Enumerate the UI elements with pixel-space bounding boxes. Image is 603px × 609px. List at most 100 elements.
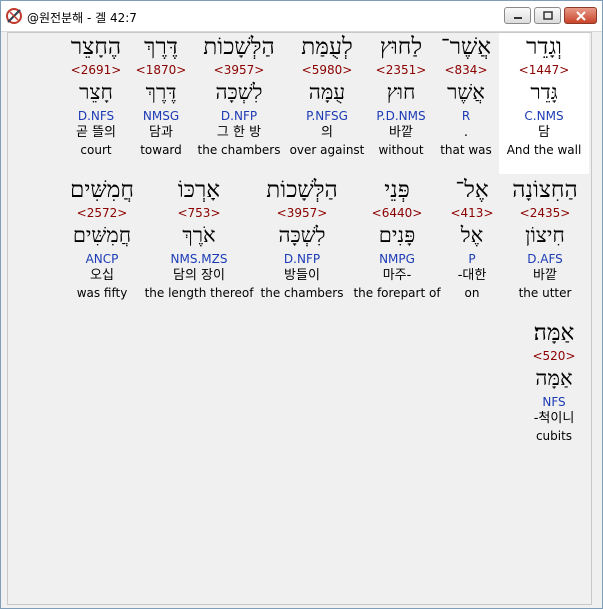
korean-gloss: 바깥 bbox=[389, 125, 413, 140]
window-title: @원전분해 - 겔 42:7 bbox=[27, 11, 137, 25]
title-bar[interactable]: @원전분해 - 겔 42:7 bbox=[1, 1, 602, 32]
korean-gloss: 담의 장이 bbox=[173, 268, 225, 283]
lemma-word: אֲשֶׁר bbox=[447, 80, 485, 104]
word-column[interactable]: הַלְּשָׁכוֹת <3957> לִשְׁכָּה D.NFP 방들이 … bbox=[258, 176, 346, 300]
lemma-word: עֻמָּה bbox=[308, 80, 346, 104]
lemma-word: חוּץ bbox=[386, 80, 416, 104]
word-column[interactable]: אַמָּה׃ <520> אַמָּה NFS -척이니 cubits bbox=[514, 319, 594, 443]
lemma-word: פָּנִים bbox=[378, 223, 416, 247]
korean-gloss: -척이니 bbox=[533, 411, 575, 426]
word-column[interactable]: אֲשֶׁר־ <834> אֲשֶׁר R . that was bbox=[436, 33, 496, 157]
strong-number[interactable]: <5980> bbox=[302, 63, 353, 79]
minimize-button[interactable] bbox=[504, 7, 531, 24]
hebrew-word: הַלְּשָׁכוֹת bbox=[203, 34, 275, 60]
strong-number[interactable]: <2691> bbox=[71, 63, 122, 79]
hebrew-word: הַחִצוֹנָה bbox=[512, 177, 578, 203]
hebrew-word: הַלְּשָׁכוֹת bbox=[266, 177, 338, 203]
strong-number[interactable]: <834> bbox=[444, 63, 487, 79]
word-column[interactable]: חֲמִשִּׁים <2572> חֲמִשִּׁים ANCP 오십 was… bbox=[66, 176, 138, 300]
hebrew-word: אַמָּה׃ bbox=[533, 320, 575, 346]
interlinear-panel: וְגָדֵר <1447> גָּדֵר C.NMS 담 And the wa… bbox=[7, 32, 592, 605]
korean-gloss: -대한 bbox=[457, 268, 487, 283]
hebrew-word: אֲשֶׁר־ bbox=[440, 34, 492, 60]
word-column[interactable]: לְעֻמַּת <5980> עֻמָּה P.NFSG 의 over aga… bbox=[288, 33, 366, 157]
morphology-code: P.D.NMS bbox=[376, 109, 426, 123]
word-column[interactable]: פְּנֵי <6440> פָּנִים NMPG 마주- the forep… bbox=[353, 176, 441, 300]
lemma-word: חֲמִשִּׁים bbox=[72, 223, 132, 247]
minimize-icon bbox=[513, 16, 522, 19]
lemma-word: לִשְׁכָּה bbox=[278, 223, 326, 247]
morphology-code: D.AFS bbox=[527, 252, 563, 266]
english-gloss: And the wall bbox=[506, 143, 582, 157]
maximize-icon bbox=[542, 11, 553, 20]
english-gloss: the chambers bbox=[197, 143, 281, 157]
word-column[interactable]: דֶּרֶךְ <1870> דֶּרֶךְ NMSG 담과 toward bbox=[135, 33, 187, 157]
lemma-word: חָצֵר bbox=[79, 80, 113, 104]
morphology-code: P.NFSG bbox=[306, 109, 348, 123]
morphology-code: D.NFP bbox=[220, 109, 258, 123]
lemma-word: חִיצוֹן bbox=[525, 223, 565, 247]
app-window: @원전분해 - 겔 42:7 וְגָדֵר <1447> גָּדֵר C.N… bbox=[0, 0, 603, 609]
korean-gloss: 담 bbox=[538, 125, 550, 140]
strong-number[interactable]: <520> bbox=[532, 349, 575, 365]
morphology-code: NFS bbox=[542, 395, 566, 409]
english-gloss: without bbox=[378, 143, 424, 157]
english-gloss: the utter bbox=[518, 286, 572, 300]
strong-number[interactable]: <6440> bbox=[372, 206, 423, 222]
strong-number[interactable]: <413> bbox=[450, 206, 493, 222]
word-column[interactable]: לַחוּץ <2351> חוּץ P.D.NMS 바깥 without bbox=[368, 33, 434, 157]
compass-ruler-icon bbox=[6, 8, 22, 24]
hebrew-word: אָרְכּוֹ bbox=[177, 177, 221, 203]
lemma-word: גָּדֵר bbox=[530, 80, 558, 104]
hebrew-word: אֶל־ bbox=[455, 177, 489, 203]
hebrew-word: הֶחָצֵר bbox=[70, 34, 122, 60]
morphology-code: C.NMS bbox=[524, 109, 564, 123]
word-column[interactable]: הַלְּשָׁכוֹת <3957> לִשְׁכָּה D.NFP 그 한 … bbox=[195, 33, 283, 157]
morphology-code: NMPG bbox=[379, 252, 415, 266]
hebrew-word: דֶּרֶךְ bbox=[144, 34, 178, 60]
hebrew-word: וְגָדֵר bbox=[526, 34, 562, 60]
lemma-word: אֶל bbox=[460, 223, 484, 247]
korean-gloss: 오십 bbox=[90, 268, 114, 283]
word-column[interactable]: הֶחָצֵר <2691> חָצֵר D.NFS 곧 뜰의 court bbox=[65, 33, 127, 157]
strong-number[interactable]: <2572> bbox=[77, 206, 128, 222]
lemma-word: אַמָּה bbox=[535, 366, 573, 390]
lemma-word: אֹרֶךְ bbox=[182, 223, 216, 247]
morphology-code: NMSG bbox=[142, 109, 180, 123]
word-column[interactable]: וְגָדֵר <1447> גָּדֵר C.NMS 담 And the wa… bbox=[499, 33, 589, 174]
hebrew-word: לְעֻמַּת bbox=[301, 34, 353, 60]
korean-gloss: . bbox=[463, 125, 469, 140]
korean-gloss: 곧 뜰의 bbox=[75, 125, 116, 140]
word-column[interactable]: אָרְכּוֹ <753> אֹרֶךְ NMS.MZS 담의 장이 the … bbox=[144, 176, 254, 300]
hebrew-word: פְּנֵי bbox=[384, 177, 410, 203]
english-gloss: the length thereof bbox=[144, 286, 254, 300]
strong-number[interactable]: <3957> bbox=[214, 63, 265, 79]
morphology-code: R bbox=[461, 109, 471, 123]
strong-number[interactable]: <1447> bbox=[519, 63, 570, 79]
english-gloss: on bbox=[464, 286, 480, 300]
english-gloss: over against bbox=[289, 143, 365, 157]
morphology-code: NMS.MZS bbox=[170, 252, 228, 266]
english-gloss: court bbox=[80, 143, 112, 157]
korean-gloss: 바깥 bbox=[533, 268, 557, 283]
lemma-word: דֶּרֶךְ bbox=[145, 80, 177, 104]
lemma-word: לִשְׁכָּה bbox=[215, 80, 263, 104]
morphology-code: ANCP bbox=[85, 252, 119, 266]
english-gloss: the chambers bbox=[260, 286, 344, 300]
close-button[interactable] bbox=[564, 7, 597, 24]
morphology-code: D.NFP bbox=[283, 252, 321, 266]
strong-number[interactable]: <753> bbox=[177, 206, 220, 222]
word-column[interactable]: הַחִצוֹנָה <2435> חִיצוֹן D.AFS 바깥 the u… bbox=[509, 176, 581, 300]
maximize-button[interactable] bbox=[534, 7, 561, 24]
strong-number[interactable]: <2435> bbox=[520, 206, 571, 222]
korean-gloss: 그 한 방 bbox=[216, 125, 262, 140]
strong-number[interactable]: <2351> bbox=[376, 63, 427, 79]
strong-number[interactable]: <3957> bbox=[277, 206, 328, 222]
english-gloss: that was bbox=[440, 143, 492, 157]
morphology-code: D.NFS bbox=[77, 109, 115, 123]
morphology-code: P bbox=[468, 252, 476, 266]
korean-gloss: 담과 bbox=[149, 125, 173, 140]
english-gloss: toward bbox=[140, 143, 182, 157]
strong-number[interactable]: <1870> bbox=[136, 63, 187, 79]
word-column[interactable]: אֶל־ <413> אֶל P -대한 on bbox=[446, 176, 498, 300]
